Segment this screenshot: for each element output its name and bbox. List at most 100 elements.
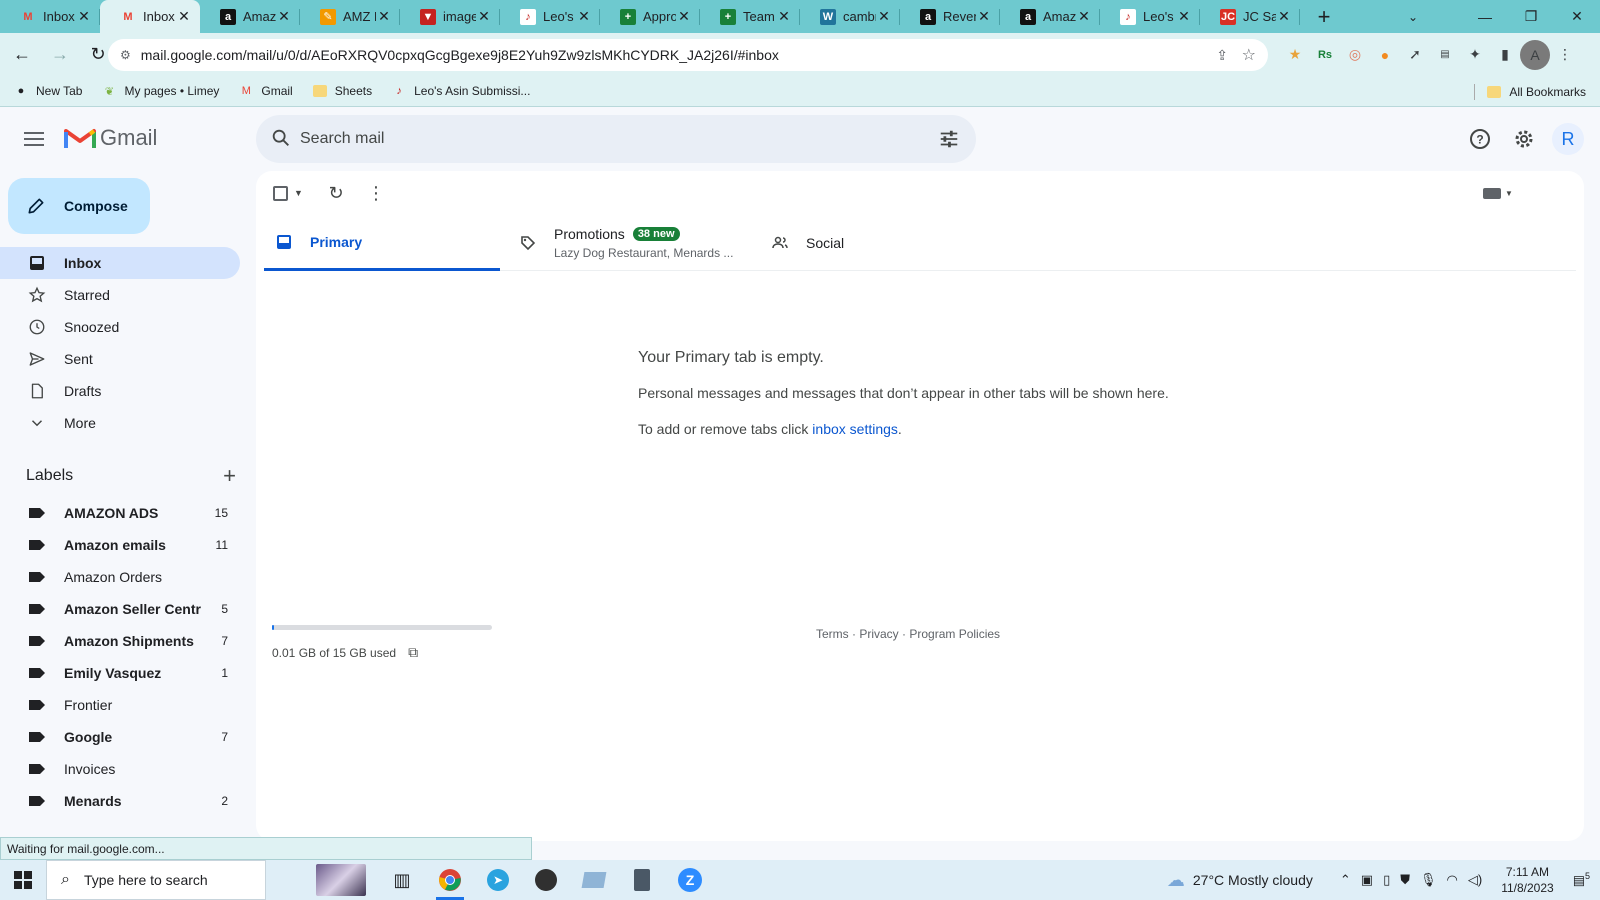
more-options-icon[interactable]: ⋮: [362, 179, 390, 207]
show-hidden-icons-icon[interactable]: ⌃: [1340, 872, 1351, 888]
notifications-icon[interactable]: ▤5: [1573, 871, 1590, 888]
search-highlight-image[interactable]: [316, 864, 366, 896]
telegram-icon[interactable]: ➤: [474, 860, 522, 900]
search-icon[interactable]: [270, 127, 292, 149]
label-item[interactable]: Amazon Seller Centr 5: [0, 593, 240, 625]
close-window-button[interactable]: ✕: [1554, 0, 1600, 33]
open-in-new-icon[interactable]: ⧉: [408, 644, 418, 661]
zoom-icon[interactable]: Z: [666, 860, 714, 900]
sidebar-item-drafts[interactable]: Drafts: [0, 375, 240, 407]
close-tab-icon[interactable]: ✕: [576, 8, 592, 25]
select-all-checkbox[interactable]: ▼: [268, 179, 308, 207]
bookmark-item[interactable]: Sheets: [312, 84, 372, 98]
search-options-icon[interactable]: [938, 128, 960, 150]
address-bar[interactable]: ⚙ mail.google.com/mail/u/0/d/AEoRXRQV0cp…: [108, 39, 1268, 71]
close-tab-icon[interactable]: ✕: [476, 8, 492, 25]
sidebar-item-more[interactable]: More: [0, 407, 240, 439]
tab-social[interactable]: Social: [772, 215, 972, 271]
browser-tab[interactable]: Wcambr ✕: [800, 0, 900, 33]
browser-tab[interactable]: ♪ Leo's ✕: [1100, 0, 1200, 33]
label-item[interactable]: Invoices: [0, 753, 240, 785]
start-button[interactable]: [0, 860, 46, 900]
search-input[interactable]: [300, 127, 860, 151]
main-menu-icon[interactable]: [22, 127, 46, 151]
browser-tab[interactable]: ✎ AMZ E✕: [300, 0, 400, 33]
browser-tab[interactable]: + Team ✕: [700, 0, 800, 33]
minimize-button[interactable]: —: [1462, 0, 1508, 33]
close-tab-icon[interactable]: ✕: [76, 8, 92, 25]
tray-security-icon[interactable]: ⛊: [1400, 872, 1410, 888]
refresh-icon[interactable]: ↻: [322, 179, 350, 207]
browser-menu-icon[interactable]: ⋮: [1550, 40, 1580, 70]
new-tab-button[interactable]: +: [1306, 0, 1342, 33]
close-tab-icon[interactable]: ✕: [676, 8, 692, 25]
tab-promotions[interactable]: Promotions 38 new Lazy Dog Restaurant, M…: [520, 215, 750, 271]
forward-button[interactable]: →: [44, 39, 76, 71]
bookmark-item[interactable]: ● New Tab: [14, 84, 83, 98]
extensions-puzzle-icon[interactable]: ✦: [1460, 40, 1490, 70]
extension-off-icon[interactable]: ▤: [1430, 40, 1460, 70]
back-button[interactable]: ←: [6, 39, 38, 71]
bookmark-item[interactable]: ♪ Leo's Asin Submissi...: [392, 84, 530, 98]
gmail-logo[interactable]: Gmail: [64, 125, 157, 151]
label-item[interactable]: Menards 2: [0, 785, 240, 817]
terms-link[interactable]: Terms: [816, 627, 849, 641]
share-icon[interactable]: ⇪: [1216, 47, 1228, 64]
label-item[interactable]: Google 7: [0, 721, 240, 753]
volume-icon[interactable]: ◁): [1468, 872, 1482, 888]
extension-keepa-icon[interactable]: ◎: [1340, 40, 1370, 70]
all-bookmarks[interactable]: All Bookmarks: [1474, 76, 1586, 107]
restore-button[interactable]: ❐: [1508, 0, 1554, 33]
bookmark-item[interactable]: ❦ My pages • Limey: [102, 84, 220, 98]
settings-gear-icon[interactable]: [1510, 125, 1538, 153]
tray-app-icon[interactable]: ▣: [1361, 872, 1373, 888]
browser-tab[interactable]: JC JC Sal✕: [1200, 0, 1300, 33]
tray-device-icon[interactable]: ▯: [1383, 872, 1390, 888]
close-tab-icon[interactable]: ✕: [1076, 8, 1092, 25]
program-policies-link[interactable]: Program Policies: [909, 627, 1000, 641]
sidebar-item-inbox[interactable]: Inbox: [0, 247, 240, 279]
app-folder-icon[interactable]: [570, 860, 618, 900]
inbox-settings-link[interactable]: inbox settings: [812, 421, 898, 437]
browser-tab[interactable]: M Inbox ✕: [100, 0, 200, 33]
extension-honey-icon[interactable]: ★: [1280, 40, 1310, 70]
obs-icon[interactable]: [522, 860, 570, 900]
task-view-icon[interactable]: ▥: [378, 860, 426, 900]
tab-search-button[interactable]: ⌄: [1398, 0, 1428, 33]
browser-tab[interactable]: a Amazon✕: [200, 0, 300, 33]
site-info-icon[interactable]: ⚙: [120, 48, 131, 62]
compose-button[interactable]: Compose: [8, 178, 150, 234]
create-label-button[interactable]: +: [223, 463, 236, 489]
browser-tab[interactable]: + Appro ✕: [600, 0, 700, 33]
label-item[interactable]: Amazon emails 11: [0, 529, 240, 561]
close-tab-icon[interactable]: ✕: [1276, 8, 1292, 25]
account-avatar[interactable]: R: [1552, 123, 1584, 155]
browser-tab[interactable]: a Reven✕: [900, 0, 1000, 33]
input-tools-icon[interactable]: ▼: [1476, 179, 1520, 207]
weather-widget[interactable]: ☁ 27°C Mostly cloudy: [1167, 870, 1313, 891]
extension-orange-icon[interactable]: ●: [1370, 40, 1400, 70]
bookmark-item[interactable]: M Gmail: [239, 84, 293, 98]
label-item[interactable]: Frontier: [0, 689, 240, 721]
calculator-icon[interactable]: [618, 860, 666, 900]
chrome-taskbar-icon[interactable]: [426, 860, 474, 900]
extension-arrow-icon[interactable]: ➚: [1400, 40, 1430, 70]
side-panel-icon[interactable]: ▮: [1490, 40, 1520, 70]
browser-tab[interactable]: M Inbox ✕: [0, 0, 100, 33]
close-tab-icon[interactable]: ✕: [876, 8, 892, 25]
taskbar-search-box[interactable]: ⌕ Type here to search: [46, 860, 266, 900]
browser-tab[interactable]: ▼ image ✕: [400, 0, 500, 33]
close-tab-icon[interactable]: ✕: [276, 8, 292, 25]
sidebar-item-snoozed[interactable]: Snoozed: [0, 311, 240, 343]
wifi-icon[interactable]: ◠: [1447, 872, 1458, 888]
close-tab-icon[interactable]: ✕: [376, 8, 392, 25]
extension-rs-icon[interactable]: Rs: [1310, 40, 1340, 70]
microphone-icon[interactable]: 🎙: [1420, 872, 1437, 888]
close-tab-icon[interactable]: ✕: [976, 8, 992, 25]
tab-primary[interactable]: Primary: [264, 215, 500, 271]
label-item[interactable]: NATIVE: [0, 817, 240, 827]
close-tab-icon[interactable]: ✕: [176, 8, 192, 25]
privacy-link[interactable]: Privacy: [859, 627, 898, 641]
close-tab-icon[interactable]: ✕: [1176, 8, 1192, 25]
label-item[interactable]: Amazon Orders: [0, 561, 240, 593]
